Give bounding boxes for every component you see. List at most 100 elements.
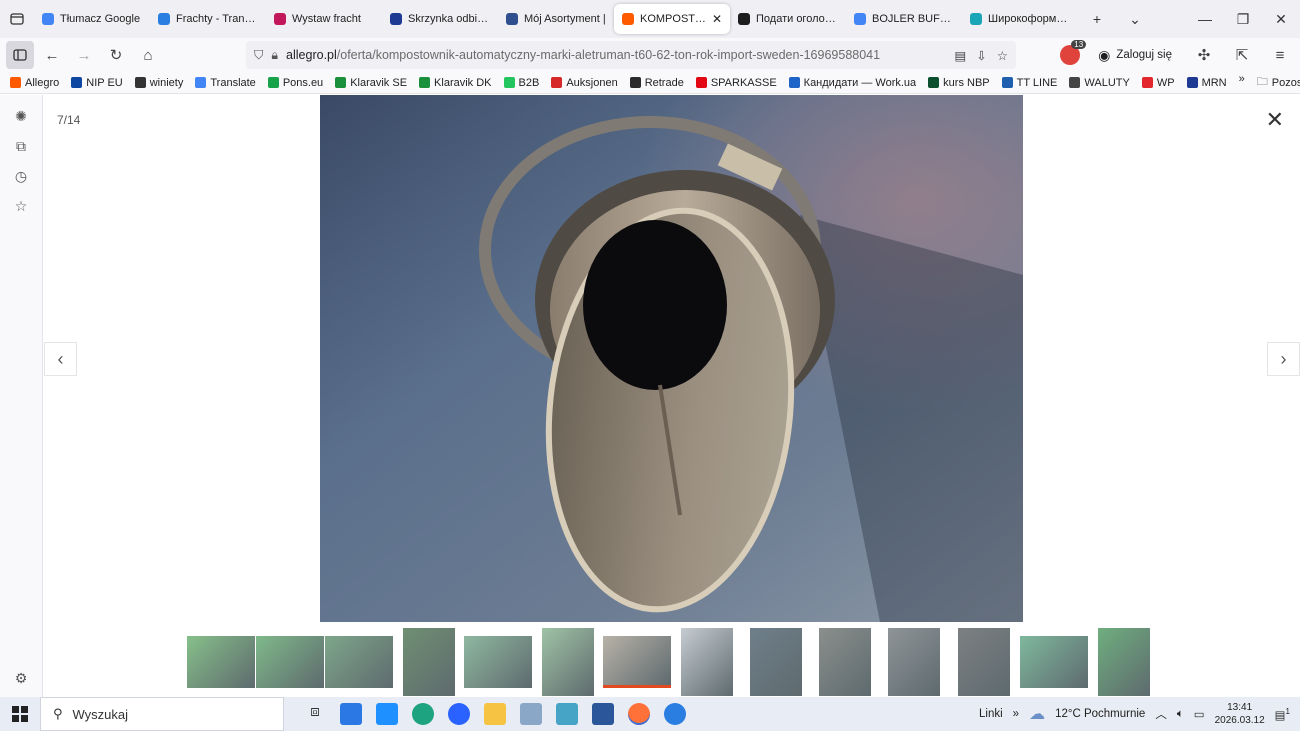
tracking-shield-icon[interactable]: ⛉ <box>254 48 263 63</box>
reload-icon[interactable]: ↻ <box>102 41 130 69</box>
thumbnail-image[interactable] <box>958 628 1010 696</box>
notes-app-icon[interactable] <box>556 703 578 725</box>
extension-badge-icon[interactable]: 13 <box>1060 40 1087 65</box>
bookmark-item[interactable]: NIP EU <box>71 77 123 89</box>
browser-tab[interactable]: Mój Asortyment | <box>498 4 614 34</box>
close-tab-icon[interactable]: ✕ <box>712 12 722 26</box>
minimize-icon[interactable]: — <box>1186 0 1224 38</box>
bookmark-favicon-icon <box>335 77 347 88</box>
share-icon[interactable]: ⇱ <box>1228 41 1256 69</box>
forward-icon[interactable]: → <box>70 41 98 69</box>
tab-list-icon[interactable] <box>0 0 34 38</box>
browser-tab[interactable]: Tłumacz Google <box>34 4 150 34</box>
back-icon[interactable]: ← <box>38 41 66 69</box>
bookmark-item[interactable]: WP <box>1141 77 1175 89</box>
bookmark-star-icon[interactable]: ☆ <box>997 48 1008 63</box>
bookmark-item[interactable]: MRN <box>1186 77 1227 89</box>
speaker-icon[interactable]: 🔈︎ <box>1177 708 1184 721</box>
taskbar-search-box[interactable]: ⚲ Wyszukaj <box>40 697 284 731</box>
lock-icon[interactable]: 🔒︎ <box>271 48 278 63</box>
browser-tab[interactable]: Подати оголоше <box>730 4 846 34</box>
tab-overflow-chevron-icon[interactable]: ⌄ <box>1116 0 1154 38</box>
system-clock[interactable]: 13:41 2026.03.12 <box>1215 701 1265 727</box>
new-tab-icon[interactable]: + <box>1078 0 1116 38</box>
weather-text[interactable]: 12°C Pochmurnie <box>1055 708 1145 720</box>
trans-eu-app-icon[interactable] <box>664 703 686 725</box>
sidebar-toggle-icon[interactable] <box>6 41 34 69</box>
bookmark-item[interactable]: TT LINE <box>1001 77 1057 89</box>
bookmark-item[interactable]: SPARKASSE <box>695 77 777 89</box>
bookmark-item[interactable]: Auksjonen <box>551 77 618 89</box>
menu-icon[interactable]: ≡ <box>1266 41 1294 69</box>
bookmark-item[interactable]: WALUTY <box>1069 77 1130 89</box>
store-app-icon[interactable] <box>376 703 398 725</box>
bookmark-favicon-icon <box>788 77 800 88</box>
synced-tabs-icon[interactable]: ⧉ <box>12 137 30 155</box>
notifications-icon[interactable]: ▤1 <box>1275 707 1290 722</box>
next-image-button[interactable]: › <box>1267 342 1300 376</box>
thumbnail-image[interactable] <box>888 628 940 696</box>
bookmark-item[interactable]: Translate <box>195 77 256 89</box>
browser-tab[interactable]: Широкоформатн <box>962 4 1078 34</box>
browser-tab[interactable]: Skrzynka odbiorcza <box>382 4 498 34</box>
ai-chatbot-icon[interactable]: ✺ <box>12 107 30 125</box>
thumbnail-image[interactable] <box>819 628 871 696</box>
battery-icon[interactable]: ▭ <box>1194 707 1205 721</box>
bookmark-item[interactable]: Retrade <box>629 77 684 89</box>
thumbnail-image[interactable] <box>1020 636 1088 688</box>
thumbnail-image[interactable] <box>187 636 255 688</box>
browser-tab[interactable]: Wystaw fracht <box>266 4 382 34</box>
home-icon[interactable]: ⌂ <box>134 41 162 69</box>
bookmark-favicon-icon <box>1001 77 1013 88</box>
address-bar[interactable]: ⛉ 🔒︎ allegro.pl/oferta/kompostownik-auto… <box>246 41 1016 69</box>
bookmarks-icon[interactable]: ☆ <box>12 197 30 215</box>
browser-tab[interactable]: Frachty - Trans.eu <box>150 4 266 34</box>
thumbnail-image[interactable] <box>403 628 455 696</box>
thumbnail-image[interactable] <box>542 628 594 696</box>
paint-app-icon[interactable] <box>520 703 542 725</box>
tab-favicon-icon <box>274 13 286 25</box>
start-button[interactable] <box>0 706 40 722</box>
close-window-icon[interactable]: ✕ <box>1262 0 1300 38</box>
security-app-icon[interactable] <box>448 703 470 725</box>
history-icon[interactable]: ◷ <box>12 167 30 185</box>
reader-view-icon[interactable]: ▤ <box>954 48 966 63</box>
file-explorer-icon[interactable] <box>484 703 506 725</box>
sidebar-settings-gear-icon[interactable]: ⚙ <box>12 669 30 687</box>
bookmark-item[interactable]: Klaravik DK <box>419 77 492 89</box>
bookmark-item[interactable]: Allegro <box>10 77 59 89</box>
calendar-app-icon[interactable] <box>340 703 362 725</box>
thumbnail-image[interactable] <box>256 636 324 688</box>
thumbnail-image[interactable] <box>603 636 671 688</box>
bookmarks-overflow-icon[interactable]: » <box>1239 73 1245 92</box>
thumbnail-image[interactable] <box>325 636 393 688</box>
tab-title: BOJLER BUFOR 8( <box>872 13 954 25</box>
other-bookmarks-folder[interactable]: 🗀︎ Pozostałe zakładki <box>1257 73 1300 92</box>
task-view-icon[interactable]: ⧈ <box>304 703 326 725</box>
bookmark-item[interactable]: kurs NBP <box>928 77 990 89</box>
close-viewer-icon[interactable]: ✕ <box>1266 107 1284 133</box>
extensions-icon[interactable]: ✣ <box>1190 41 1218 69</box>
edge-browser-icon[interactable] <box>412 703 434 725</box>
bookmark-item[interactable]: Кандидати — Work.ua <box>788 77 916 89</box>
browser-tab[interactable]: KOMPOSTOWN ✕ <box>614 4 730 34</box>
word-app-icon[interactable] <box>592 703 614 725</box>
bookmark-item[interactable]: winiety <box>134 77 183 89</box>
bookmark-item[interactable]: B2B <box>503 77 539 89</box>
firefox-browser-icon[interactable] <box>628 703 650 725</box>
save-to-pocket-icon[interactable]: ⇩ <box>976 48 986 63</box>
browser-tab[interactable]: BOJLER BUFOR 8( <box>846 4 962 34</box>
previous-image-button[interactable]: ‹ <box>44 342 77 376</box>
thumbnail-image[interactable] <box>464 636 532 688</box>
links-toolbar-label[interactable]: Linki <box>979 708 1003 720</box>
bookmark-item[interactable]: Pons.eu <box>267 77 323 89</box>
tray-chevron-up-icon[interactable]: ︿ <box>1155 706 1167 722</box>
links-overflow-icon[interactable]: » <box>1013 708 1019 720</box>
sign-in-button[interactable]: ◉ Zaloguj się <box>1090 43 1180 68</box>
bookmark-label: Allegro <box>25 76 60 89</box>
bookmark-item[interactable]: Klaravik SE <box>335 77 407 89</box>
thumbnail-image[interactable] <box>681 628 733 696</box>
thumbnail-image[interactable] <box>750 628 802 696</box>
thumbnail-image[interactable] <box>1098 628 1150 696</box>
restore-icon[interactable]: ❐ <box>1224 0 1262 38</box>
